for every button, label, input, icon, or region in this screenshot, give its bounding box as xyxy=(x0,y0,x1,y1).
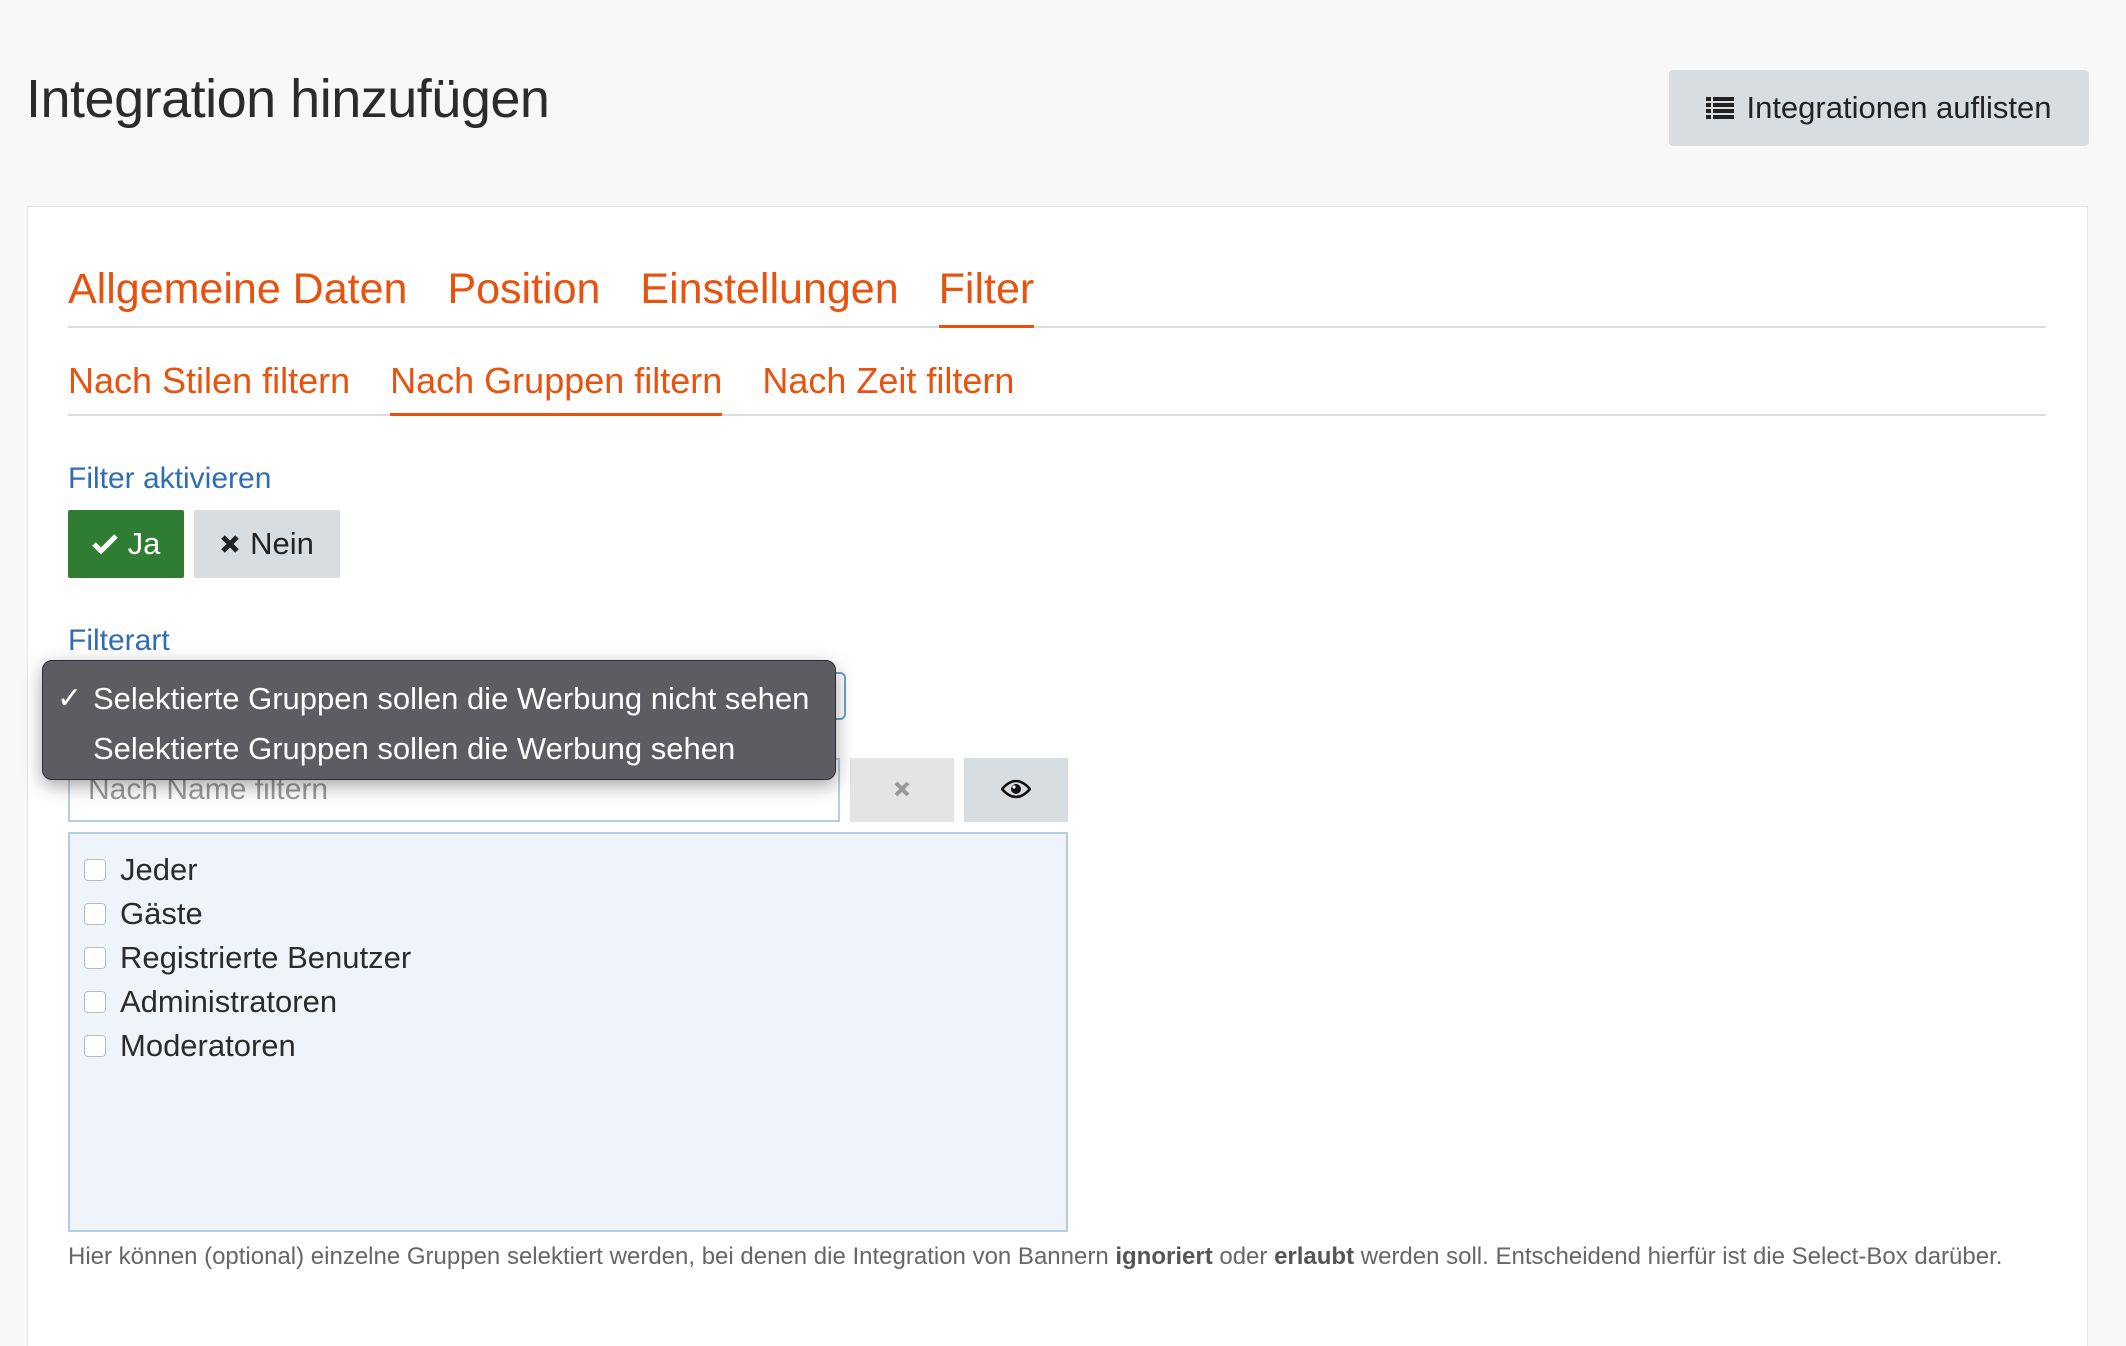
tab-general-data[interactable]: Allgemeine Daten xyxy=(68,260,407,328)
checkmark-icon: ✓ xyxy=(57,682,83,715)
group-label: Administratoren xyxy=(120,984,338,1019)
group-checkbox[interactable] xyxy=(84,991,106,1013)
group-checkbox[interactable] xyxy=(84,903,106,925)
group-label: Registrierte Benutzer xyxy=(120,940,412,975)
option-label: Selektierte Gruppen sollen die Werbung s… xyxy=(93,731,736,766)
list-item: Moderatoren xyxy=(84,1024,1066,1068)
filter-type-option[interactable]: Selektierte Gruppen sollen die Werbung s… xyxy=(43,724,835,774)
help-text: Hier können (optional) einzelne Gruppen … xyxy=(68,1243,2003,1270)
tab-position[interactable]: Position xyxy=(447,260,600,328)
clear-filter-button[interactable] xyxy=(850,758,954,822)
tab-filter-by-groups[interactable]: Nach Gruppen filtern xyxy=(390,358,723,416)
filter-no-button[interactable]: Nein xyxy=(194,510,340,578)
list-item: Administratoren xyxy=(84,980,1066,1024)
option-label: Selektierte Gruppen sollen die Werbung n… xyxy=(93,681,810,716)
tab-settings[interactable]: Einstellungen xyxy=(640,260,898,328)
toggle-selected-button[interactable] xyxy=(964,758,1068,822)
list-icon xyxy=(1706,96,1735,120)
group-list: Jeder Gäste Registrierte Benutzer Admini… xyxy=(68,832,1068,1232)
group-label: Jeder xyxy=(120,852,198,887)
filter-type-dropdown: ✓ Selektierte Gruppen sollen die Werbung… xyxy=(42,660,836,780)
group-label: Moderatoren xyxy=(120,1028,296,1063)
group-checkbox[interactable] xyxy=(84,859,106,881)
filter-sub-tabs: Nach Stilen filtern Nach Gruppen filtern… xyxy=(68,358,2046,416)
group-checkbox[interactable] xyxy=(84,1035,106,1057)
tab-filter[interactable]: Filter xyxy=(938,260,1035,328)
group-checkbox[interactable] xyxy=(84,947,106,969)
filter-no-label: Nein xyxy=(250,526,314,561)
main-tabs: Allgemeine Daten Position Einstellungen … xyxy=(68,260,2046,328)
times-icon xyxy=(893,780,911,801)
filter-yes-button[interactable]: Ja xyxy=(68,510,184,578)
list-item: Registrierte Benutzer xyxy=(84,936,1066,980)
page-title: Integration hinzufügen xyxy=(26,69,550,129)
list-item: Gäste xyxy=(84,892,1066,936)
tab-filter-by-styles[interactable]: Nach Stilen filtern xyxy=(68,358,350,416)
list-integrations-button[interactable]: Integrationen auflisten xyxy=(1669,70,2089,146)
times-icon xyxy=(220,534,240,554)
list-item: Jeder xyxy=(84,848,1066,892)
list-integrations-label: Integrationen auflisten xyxy=(1746,90,2052,125)
filter-enable-label: Filter aktivieren xyxy=(68,462,272,495)
filter-type-option[interactable]: ✓ Selektierte Gruppen sollen die Werbung… xyxy=(43,674,835,724)
filter-yes-label: Ja xyxy=(127,526,161,561)
group-label: Gäste xyxy=(120,896,203,931)
eye-icon xyxy=(1000,779,1032,802)
check-icon xyxy=(91,533,118,555)
tab-filter-by-time[interactable]: Nach Zeit filtern xyxy=(762,358,1014,416)
filter-type-label: Filterart xyxy=(68,624,170,657)
